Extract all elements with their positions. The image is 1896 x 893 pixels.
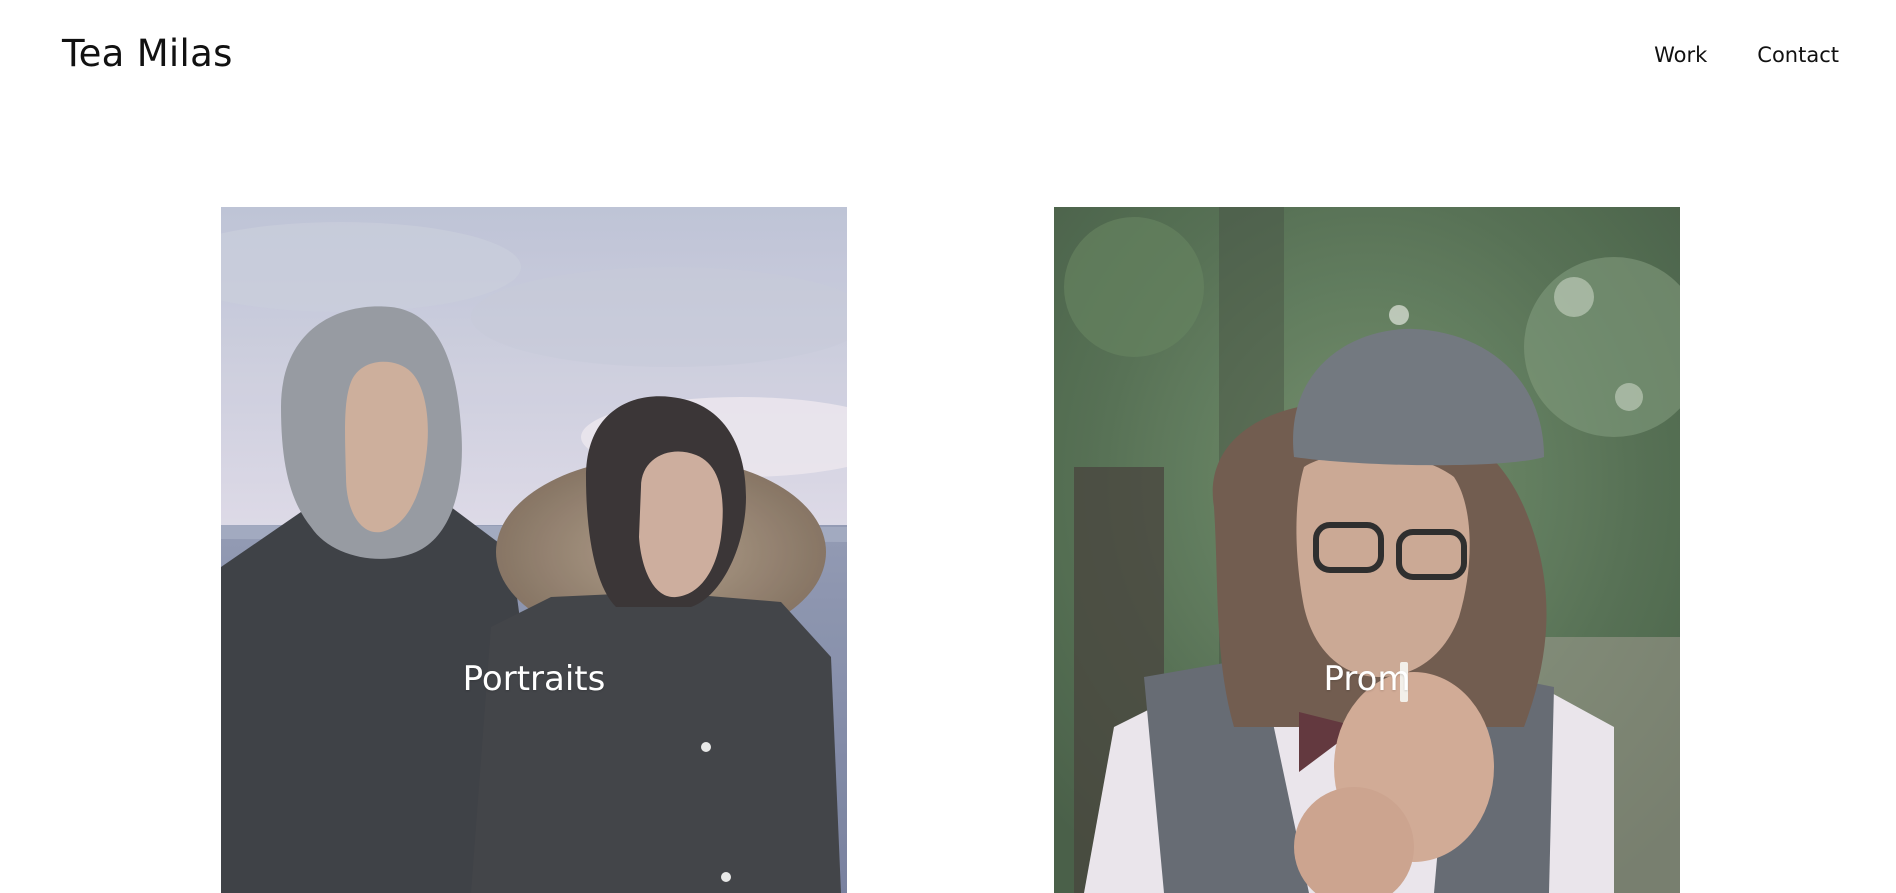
site-header: Tea Milas Work Contact: [0, 0, 1896, 110]
gallery-card-prom[interactable]: Prom: [1054, 207, 1680, 893]
nav-link-contact[interactable]: Contact: [1757, 42, 1839, 68]
gallery-card-portraits[interactable]: Portraits: [221, 207, 847, 893]
gallery-card-title: Portraits: [462, 659, 606, 699]
main-nav: Work Contact: [1654, 42, 1839, 68]
portraits-photo: [221, 207, 847, 893]
gallery-card-title: Prom: [1323, 659, 1411, 699]
nav-link-work[interactable]: Work: [1654, 42, 1707, 68]
prom-photo: [1054, 207, 1680, 893]
site-logo-link[interactable]: Tea Milas: [62, 32, 233, 76]
